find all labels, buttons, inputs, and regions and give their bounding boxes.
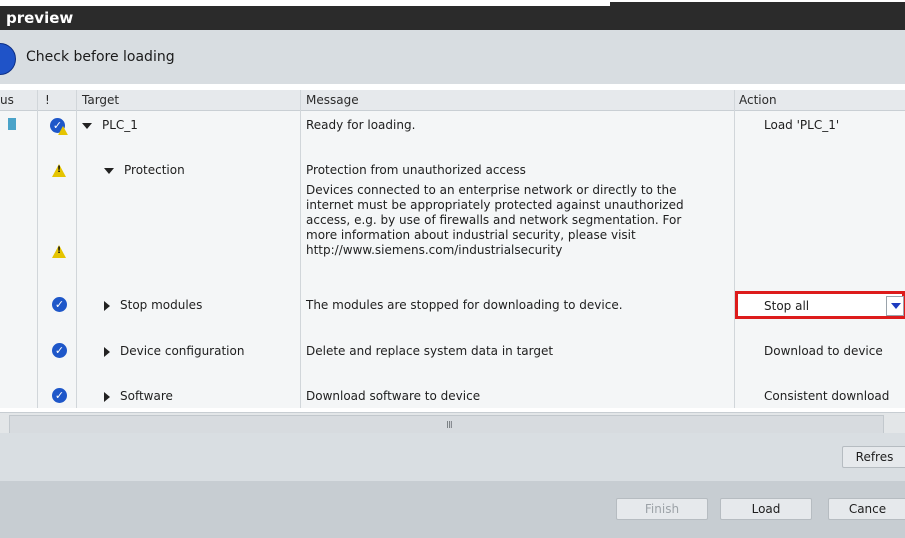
message-cell: The modules are stopped for downloading … bbox=[306, 298, 623, 312]
column-header-status[interactable]: us bbox=[0, 93, 14, 107]
table-row[interactable]: ✓ PLC_1 Ready for loading. Load 'PLC_1' bbox=[0, 113, 905, 139]
status-circle-icon bbox=[0, 43, 16, 75]
target-label: PLC_1 bbox=[102, 118, 138, 132]
security-note-line: internet must be appropriately protected… bbox=[306, 198, 684, 212]
top-strip-dark bbox=[610, 2, 905, 6]
security-note: Devices connected to an enterprise netwo… bbox=[306, 183, 726, 258]
refresh-button[interactable]: Refres bbox=[842, 446, 905, 468]
action-cell[interactable]: Download to device bbox=[764, 344, 883, 358]
security-note-line: access, e.g. by use of firewalls and net… bbox=[306, 213, 682, 227]
table-row[interactable]: ✓ Software Download software to device C… bbox=[0, 382, 905, 408]
column-header-message[interactable]: Message bbox=[306, 93, 359, 107]
target-cell: Stop modules bbox=[104, 298, 202, 312]
device-status-icon bbox=[8, 118, 16, 130]
expand-arrow-icon[interactable] bbox=[104, 300, 110, 311]
check-icon: ✓ bbox=[52, 343, 67, 358]
action-cell[interactable]: Consistent download bbox=[764, 389, 889, 403]
warning-icon: ! bbox=[52, 164, 66, 177]
table-row: ! Devices connected to an enterprise net… bbox=[0, 181, 905, 265]
check-before-loading-bar: Check before loading bbox=[0, 30, 905, 84]
message-cell: Protection from unauthorized access bbox=[306, 163, 526, 177]
table-row[interactable]: ! Protection Protection from unauthorize… bbox=[0, 159, 905, 183]
check-icon: ✓ bbox=[52, 297, 67, 312]
top-strip-light bbox=[0, 0, 610, 6]
security-note-line: more information about industrial securi… bbox=[306, 228, 636, 242]
target-label: Protection bbox=[124, 163, 185, 177]
stop-all-dropdown[interactable]: Stop all bbox=[735, 291, 905, 319]
security-note-line: Devices connected to an enterprise netwo… bbox=[306, 183, 677, 197]
chevron-down-icon bbox=[891, 303, 901, 309]
target-cell: Software bbox=[104, 389, 173, 403]
expand-arrow-icon[interactable] bbox=[104, 391, 110, 402]
message-cell: Ready for loading. bbox=[306, 118, 416, 132]
target-label: Device configuration bbox=[120, 344, 245, 358]
title-bar: preview bbox=[0, 0, 905, 30]
column-header-target[interactable]: Target bbox=[82, 93, 119, 107]
grid-header: us ! Target Message Action bbox=[0, 90, 905, 111]
check-icon: ✓ bbox=[52, 388, 67, 403]
target-cell: Device configuration bbox=[104, 344, 244, 358]
security-note-line[interactable]: http://www.siemens.com/industrialsecurit… bbox=[306, 243, 726, 258]
horizontal-scrollbar[interactable]: III bbox=[0, 412, 905, 434]
load-button[interactable]: Load bbox=[720, 498, 812, 520]
message-cell: Download software to device bbox=[306, 389, 481, 403]
window-title: preview bbox=[6, 9, 74, 27]
scroll-grip-icon: III bbox=[446, 420, 453, 431]
target-cell: Protection bbox=[104, 163, 185, 177]
column-header-action[interactable]: Action bbox=[739, 93, 777, 107]
target-label: Stop modules bbox=[120, 298, 203, 312]
finish-button[interactable]: Finish bbox=[616, 498, 708, 520]
dropdown-selected-value: Stop all bbox=[764, 299, 810, 313]
message-cell: Delete and replace system data in target bbox=[306, 344, 554, 358]
refresh-panel: Refres bbox=[0, 433, 905, 481]
target-cell: PLC_1 bbox=[82, 118, 138, 132]
column-header-warning[interactable]: ! bbox=[45, 93, 50, 107]
target-label: Software bbox=[120, 389, 173, 403]
top-strip bbox=[0, 0, 905, 6]
warning-icon: ! bbox=[52, 245, 66, 258]
check-before-loading-label: Check before loading bbox=[26, 49, 175, 65]
expand-arrow-icon[interactable] bbox=[82, 122, 92, 129]
action-cell: Load 'PLC_1' bbox=[764, 118, 840, 132]
cancel-button[interactable]: Cance bbox=[828, 498, 905, 520]
expand-arrow-icon[interactable] bbox=[104, 167, 114, 174]
expand-arrow-icon[interactable] bbox=[104, 346, 110, 357]
table-row[interactable]: ✓ Device configuration Delete and replac… bbox=[0, 337, 905, 363]
button-panel: Finish Load Cance bbox=[0, 481, 905, 538]
warning-overlay-icon bbox=[58, 125, 68, 136]
preview-grid: us ! Target Message Action ✓ PLC_1 Ready… bbox=[0, 90, 905, 408]
